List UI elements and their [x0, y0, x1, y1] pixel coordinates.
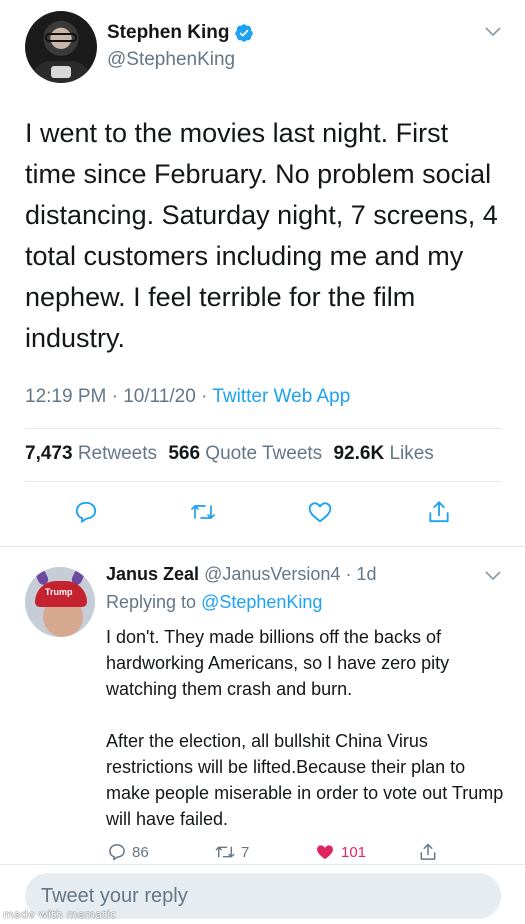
replying-prefix: Replying to [106, 592, 197, 612]
replying-to: Replying to @StephenKing [106, 592, 322, 613]
retweet-button[interactable] [188, 497, 218, 527]
tweet-actions [0, 497, 525, 529]
source-app-link[interactable]: Twitter Web App [212, 386, 350, 407]
verified-badge-icon [235, 24, 254, 42]
share-icon [420, 843, 436, 860]
chevron-down-icon[interactable] [484, 24, 502, 38]
liked-heart-icon [317, 845, 333, 860]
reply-reply-button[interactable]: 86 [107, 842, 149, 862]
reply-author-name[interactable]: Janus Zeal [106, 564, 199, 584]
reply-count: 86 [132, 843, 149, 861]
author-handle[interactable]: @StephenKing [107, 49, 235, 71]
retweet-count: 7 [241, 843, 250, 861]
reply-retweet-button[interactable]: 7 [214, 842, 249, 862]
reply-age: · 1d [345, 564, 377, 584]
author-name[interactable]: Stephen King [107, 22, 254, 44]
author-name-label[interactable]: Stephen King [107, 22, 229, 44]
janus-zeal-avatar[interactable]: Trump [25, 567, 95, 637]
tweet-text: I went to the movies last night. First t… [25, 118, 506, 353]
tweet-time: 12:19 PM [25, 386, 107, 407]
tweet-meta: 12:19 PM · 10/11/20 · Twitter Web App [25, 386, 350, 408]
reply-text: I don't. They made billions off the back… [106, 627, 504, 829]
chevron-down-icon[interactable] [484, 568, 502, 582]
share-button[interactable] [424, 497, 454, 527]
divider [25, 428, 501, 429]
reply-like-button[interactable]: 101 [314, 842, 366, 862]
divider [25, 481, 501, 482]
reply-share-button[interactable] [418, 842, 438, 862]
avatar-hat-text: Trump [45, 587, 73, 597]
quote-tweets-stat[interactable]: 566 Quote Tweets [168, 443, 322, 464]
engagement-stats: 7,473 Retweets 566 Quote Tweets 92.6K Li… [25, 443, 434, 465]
divider [0, 864, 525, 865]
like-icon [308, 502, 332, 523]
tweet-date[interactable]: 10/11/20 [123, 386, 196, 407]
reply-icon [75, 501, 97, 523]
reply-icon [109, 844, 125, 861]
reply-author-handle[interactable]: @JanusVersion4 [204, 564, 340, 584]
share-icon [429, 501, 449, 523]
likes-stat[interactable]: 92.6K Likes [333, 443, 433, 464]
reply-button[interactable] [71, 497, 101, 527]
like-button[interactable] [305, 497, 335, 527]
like-count: 101 [341, 843, 367, 861]
retweets-stat[interactable]: 7,473 Retweets [25, 443, 157, 464]
main-tweet: Stephen King @StephenKing I went to the … [0, 0, 525, 545]
watermark: made with mematic [3, 908, 117, 921]
replying-to-mention[interactable]: @StephenKing [201, 592, 322, 612]
meta-separator: · [201, 386, 208, 407]
meta-separator: · [111, 386, 118, 407]
reply-actions: 86 7 101 [0, 842, 525, 866]
stephen-king-avatar[interactable] [25, 11, 97, 83]
divider [0, 546, 525, 547]
retweet-icon [215, 846, 235, 858]
reply-header: Janus Zeal @JanusVersion4 · 1d [106, 564, 376, 585]
retweet-icon [191, 505, 215, 519]
